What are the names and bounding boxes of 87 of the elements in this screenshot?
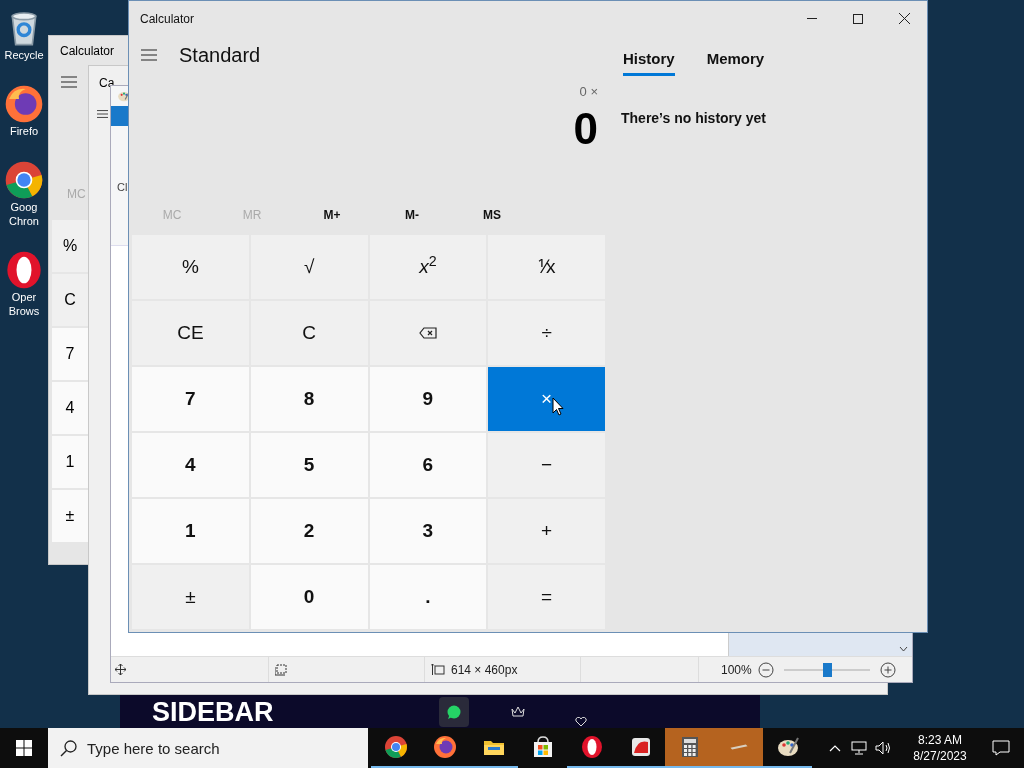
mouse-pointer-icon (552, 397, 564, 416)
search-icon (60, 740, 77, 757)
calculator-key[interactable]: 2 (250, 499, 368, 563)
calculator-key[interactable]: 4 (132, 433, 249, 497)
browser-icon (579, 735, 604, 759)
calculator-key[interactable]: CE (132, 301, 249, 365)
calculator-key[interactable]: − (488, 433, 605, 497)
calculator-key[interactable]: % (132, 235, 249, 299)
panel-tab[interactable]: History (623, 46, 675, 76)
desktop-icon-label[interactable]: Firefo (9, 124, 39, 138)
menu-icon[interactable] (141, 49, 157, 61)
calculator-key[interactable]: C (52, 274, 88, 326)
calculator-key[interactable]: = (488, 565, 605, 629)
browser-icon (383, 735, 408, 759)
selection-icon (275, 663, 288, 676)
desktop-icon-label[interactable]: Chron (9, 214, 39, 228)
memory-button[interactable]: MS (452, 194, 532, 235)
close-icon (898, 13, 910, 24)
calculator-key[interactable]: √ (250, 235, 368, 299)
maximize-icon (853, 13, 863, 24)
calculator-key[interactable]: 1 (132, 499, 249, 563)
ribbon-group-label: Cl (117, 181, 128, 193)
network-icon[interactable] (851, 741, 867, 755)
desktop-icon-label[interactable]: Brows (8, 304, 40, 318)
calculator-key[interactable]: 9 (369, 367, 487, 431)
calculator-key[interactable]: × (488, 367, 605, 431)
calculator-key[interactable]: + (488, 499, 605, 563)
clock-time: 8:23 AM (918, 732, 962, 748)
desktop-icon-label[interactable]: Goog (10, 200, 38, 214)
browser-shortcut-icon (4, 84, 44, 124)
canvas-size-icon (431, 663, 445, 676)
browser-shortcut-icon (4, 160, 44, 200)
zoom-level: 100% (721, 661, 752, 679)
history-empty-message: There’s no history yet (621, 109, 767, 128)
calculator-key[interactable]: 4 (52, 382, 88, 434)
calculator-key[interactable]: . (369, 565, 487, 629)
canvas-size: 614 × 460px (451, 661, 518, 679)
memory-button[interactable]: M+ (292, 194, 372, 235)
calculator-key[interactable]: 7 (52, 328, 88, 380)
window-title: Calculator (60, 43, 115, 59)
calculator-key[interactable]: 1 (52, 436, 88, 488)
search-field[interactable]: Type here to search (48, 728, 368, 768)
mode-title: Standard (179, 43, 261, 68)
calculator-key[interactable]: x$^{2}$ (369, 235, 487, 299)
palette-icon (775, 735, 800, 759)
browser-icon (432, 735, 457, 759)
calculator-key[interactable]: C (250, 301, 368, 365)
crown-icon (510, 706, 525, 717)
speech-bubble-icon (992, 740, 1010, 756)
chevron-up-icon[interactable] (829, 744, 841, 752)
zoom-in-icon[interactable] (879, 661, 896, 678)
browser-shortcut-icon (4, 250, 44, 290)
calculator-key[interactable]: ± (132, 565, 249, 629)
calculator-key[interactable]: ± (52, 490, 88, 542)
zoom-slider-thumb[interactable] (822, 662, 832, 677)
calculator-key[interactable]: ⅟x (488, 235, 605, 299)
scroll-down-icon[interactable] (899, 646, 908, 652)
clock[interactable]: 8:23 AM 8/27/2023 (902, 732, 978, 764)
move-icon (115, 664, 126, 675)
memory-button[interactable]: M- (372, 194, 452, 235)
zoom-slider[interactable] (783, 661, 870, 678)
calculator-key[interactable]: 7 (132, 367, 249, 431)
calculator-key[interactable]: 6 (369, 433, 487, 497)
window-title: Calculator (139, 10, 196, 28)
calculator-key[interactable]: 8 (250, 367, 368, 431)
chat-bubble-icon (445, 703, 462, 720)
calculator-key[interactable]: 0 (250, 565, 368, 629)
zoom-out-icon[interactable] (757, 661, 774, 678)
desktop-icon-label[interactable]: Recycle (4, 48, 44, 62)
panel-tab[interactable]: Memory (706, 46, 765, 76)
video-caption: SIDEBAR (152, 696, 274, 727)
taskbar-app-button[interactable] (665, 728, 714, 768)
calculator-key[interactable]: 5 (250, 433, 368, 497)
windows-logo-icon (16, 740, 32, 756)
volume-icon[interactable] (875, 741, 892, 755)
menu-icon[interactable] (61, 76, 77, 88)
desktop-icon-label[interactable]: Oper (11, 290, 37, 304)
calculator-key[interactable]: % (52, 220, 88, 272)
calculator-key[interactable]: ÷ (488, 301, 605, 365)
menu-icon[interactable] (97, 108, 108, 120)
expression: 0 × (579, 83, 598, 101)
minimize-icon (807, 18, 817, 19)
backspace-icon (418, 327, 437, 339)
display-value: 0 (573, 102, 598, 155)
heart-icon (574, 716, 587, 727)
calculator-key[interactable]: 3 (369, 499, 487, 563)
clock-date: 8/27/2023 (913, 748, 967, 764)
